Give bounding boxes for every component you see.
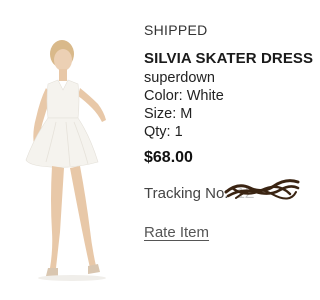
product-image[interactable] <box>0 0 138 300</box>
quantity-detail: Qty: 1 <box>144 124 183 140</box>
product-name[interactable]: SILVIA SKATER DRESS <box>144 50 313 67</box>
model-in-dress-image <box>25 40 106 281</box>
size-detail: Size: M <box>144 106 193 122</box>
color-detail: Color: White <box>144 88 224 104</box>
order-status: SHIPPED <box>144 22 208 38</box>
brand-name: superdown <box>144 70 215 86</box>
tracking-label: Tracking No: <box>144 185 229 202</box>
rate-item-link[interactable]: Rate Item <box>144 224 209 241</box>
order-item-details: SHIPPED SILVIA SKATER DRESS superdown Co… <box>144 0 313 300</box>
scribble-redaction-icon <box>224 179 300 200</box>
price: $68.00 <box>144 149 193 166</box>
